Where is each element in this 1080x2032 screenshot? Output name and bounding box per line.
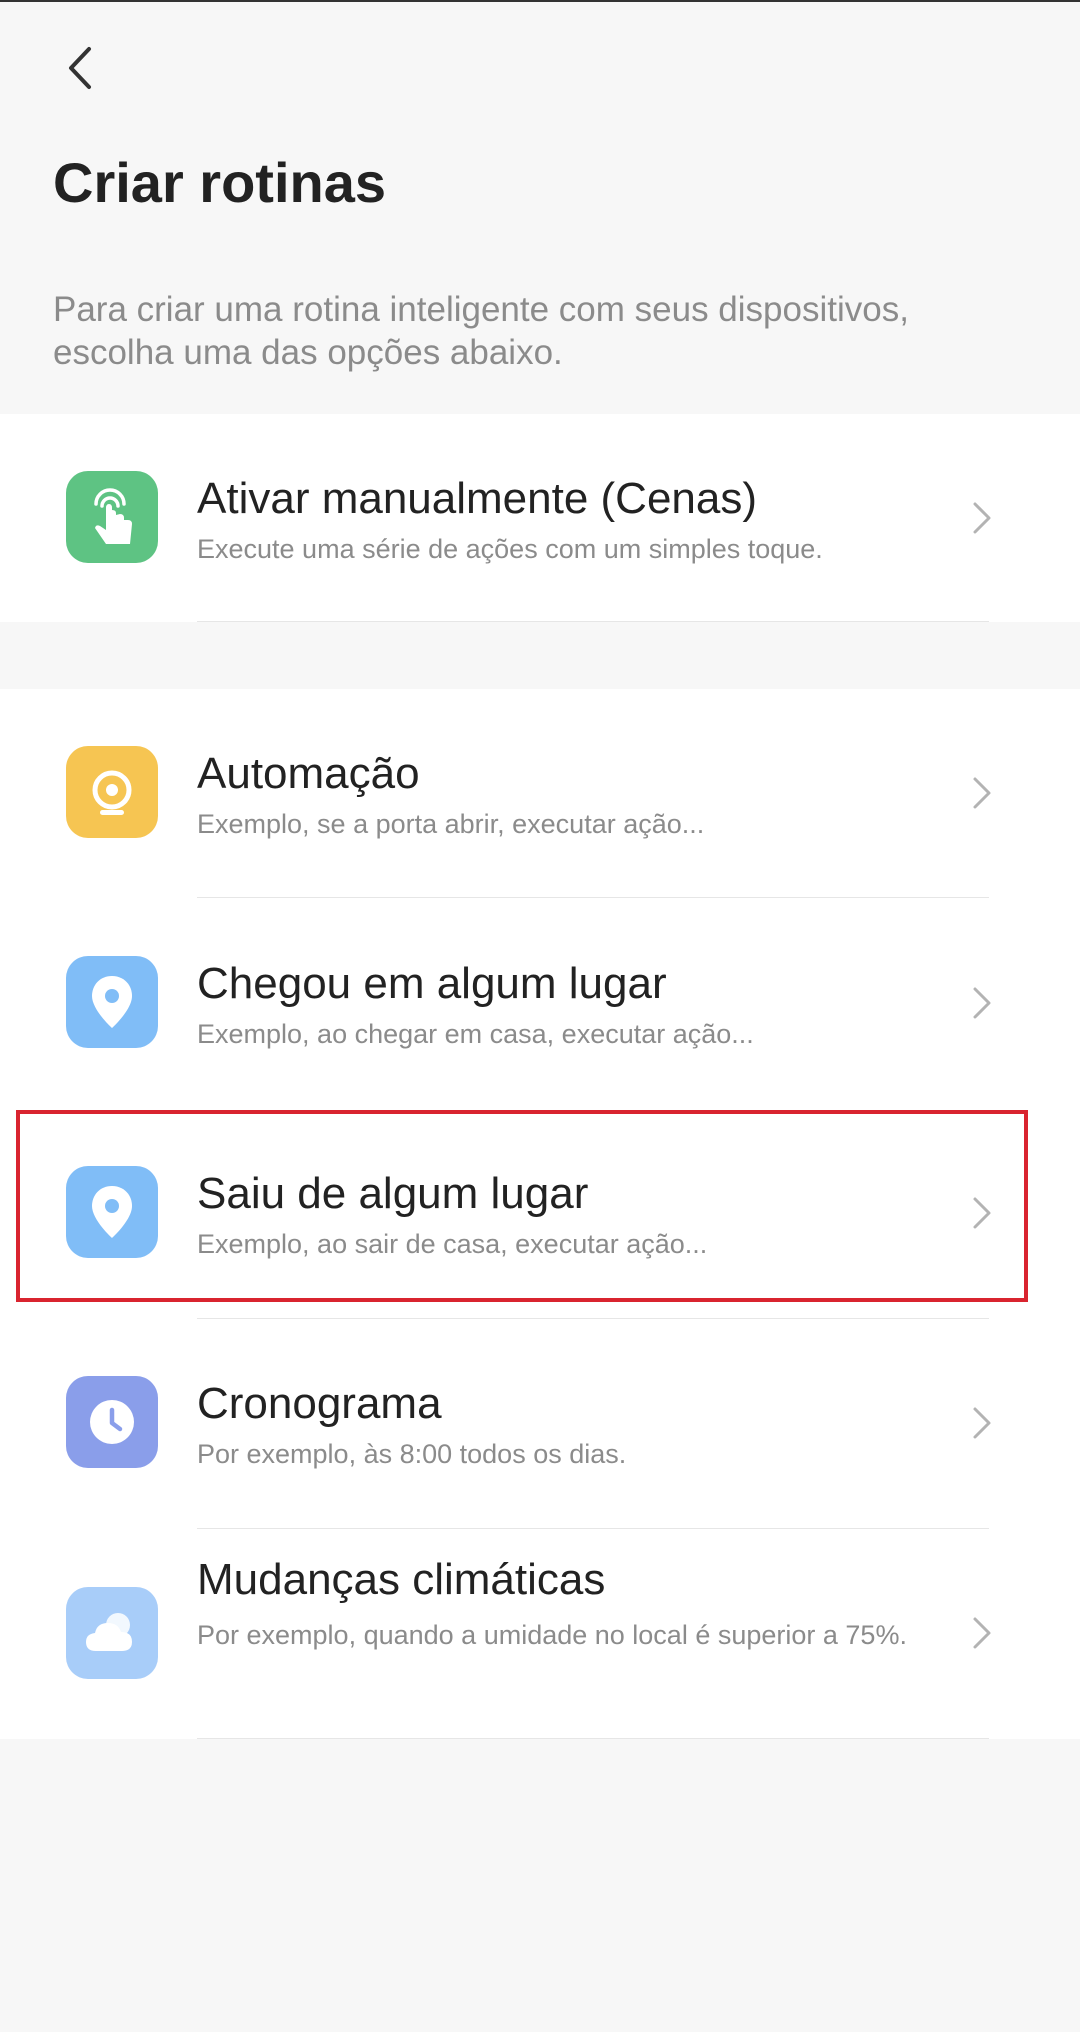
location-pin-icon [66, 1166, 158, 1258]
option-title: Mudanças climáticas [197, 1555, 606, 1604]
location-pin-icon [66, 956, 158, 1048]
chevron-left-icon [69, 47, 91, 89]
option-subtitle: Exemplo, ao sair de casa, executar ação.… [197, 1229, 708, 1259]
option-left-place[interactable]: Saiu de algum lugar Exemplo, ao sair de … [0, 1109, 1080, 1319]
clock-icon [66, 1376, 158, 1468]
option-manual-scene[interactable]: Ativar manualmente (Cenas) Execute uma s… [0, 414, 1080, 624]
chevron-right-icon [973, 1617, 991, 1649]
top-border [0, 0, 1080, 2]
option-title: Chegou em algum lugar [197, 959, 667, 1008]
option-arrived-place[interactable]: Chegou em algum lugar Exemplo, ao chegar… [0, 899, 1080, 1109]
option-subtitle: Exemplo, se a porta abrir, executar ação… [197, 809, 705, 839]
option-subtitle: Por exemplo, às 8:00 todos os dias. [197, 1439, 627, 1469]
option-subtitle: Exemplo, ao chegar em casa, executar açã… [197, 1019, 754, 1049]
manual-scenes-card: Ativar manualmente (Cenas) Execute uma s… [0, 414, 1080, 622]
divider [197, 1738, 989, 1739]
triggers-card: Automação Exemplo, se a porta abrir, exe… [0, 689, 1080, 1739]
divider [197, 621, 989, 622]
page-description: Para criar uma rotina inteligente com se… [53, 290, 909, 372]
chevron-right-icon [973, 502, 991, 534]
chevron-right-icon [973, 777, 991, 809]
option-title: Saiu de algum lugar [197, 1169, 589, 1218]
chevron-right-icon [973, 1197, 991, 1229]
sensor-icon [66, 746, 158, 838]
option-title: Automação [197, 749, 420, 798]
divider [197, 897, 989, 898]
weather-icon [66, 1587, 158, 1679]
option-title: Cronograma [197, 1379, 442, 1428]
option-automation[interactable]: Automação Exemplo, se a porta abrir, exe… [0, 689, 1080, 899]
chevron-right-icon [973, 987, 991, 1019]
option-schedule[interactable]: Cronograma Por exemplo, às 8:00 todos os… [0, 1319, 1080, 1529]
option-weather-changes[interactable]: Mudanças climáticas Por exemplo, quando … [0, 1529, 1080, 1739]
chevron-right-icon [973, 1407, 991, 1439]
tap-hand-icon [66, 471, 158, 563]
option-title: Ativar manualmente (Cenas) [197, 474, 758, 523]
option-subtitle: Execute uma série de ações com um simple… [197, 534, 823, 564]
option-subtitle: Por exemplo, quando a umidade no local é… [197, 1620, 907, 1650]
back-button[interactable] [50, 38, 110, 98]
page-title: Criar rotinas [53, 151, 386, 214]
